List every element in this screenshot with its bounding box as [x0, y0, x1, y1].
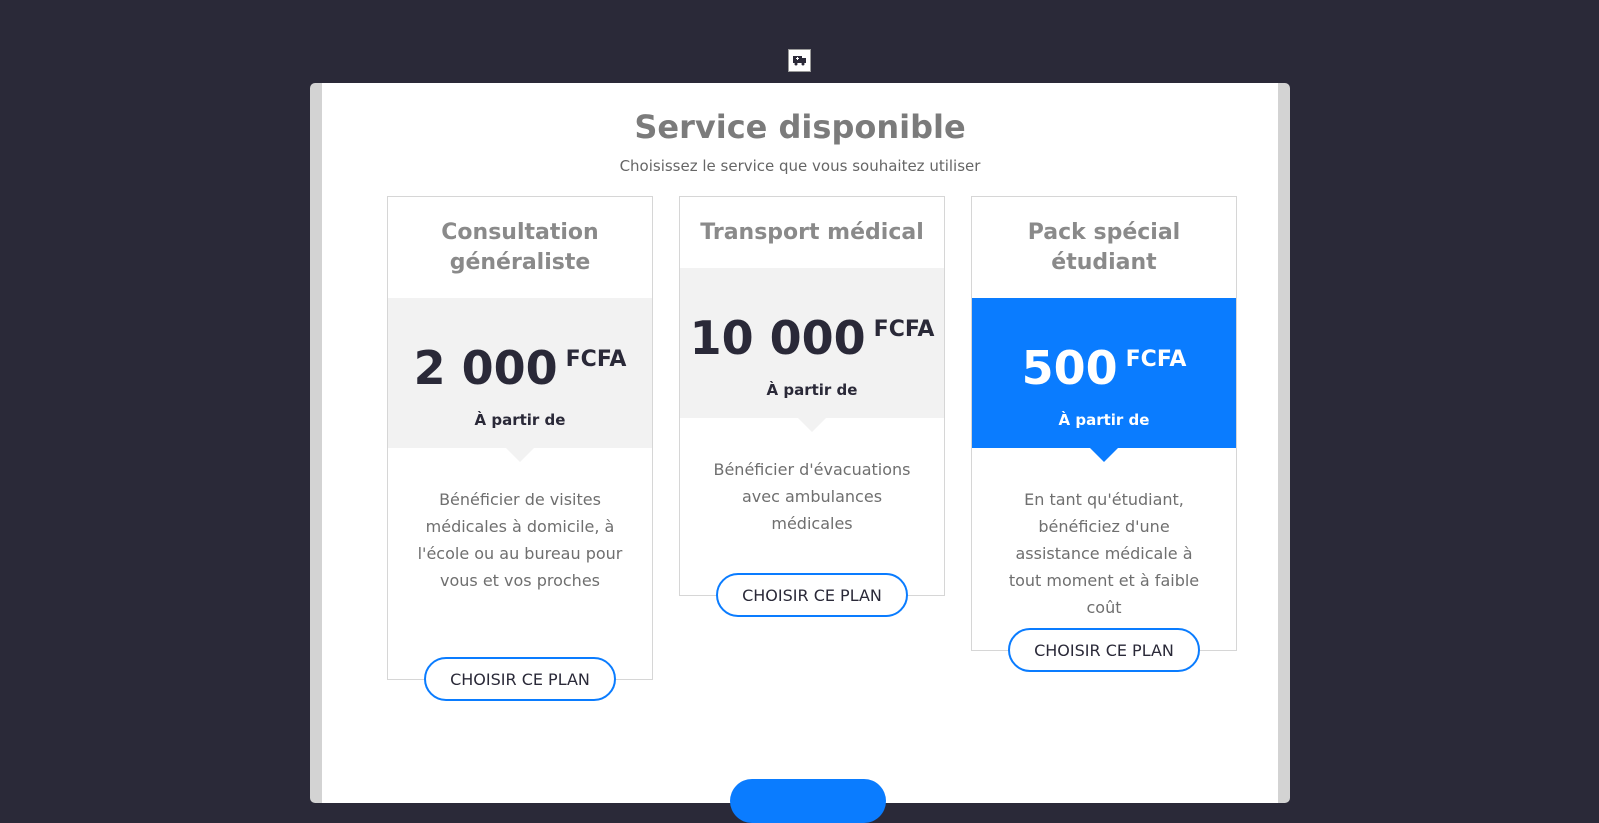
- plan-currency: FCFA: [1125, 347, 1187, 372]
- page-title: Service disponible: [634, 108, 966, 146]
- plan-price: 10 000: [689, 311, 866, 365]
- price-from-label: À partir de: [474, 411, 566, 429]
- price-box: 2 000 FCFA À partir de: [388, 298, 652, 462]
- price-from-label: À partir de: [766, 381, 858, 399]
- price-box: 10 000 FCFA À partir de: [680, 268, 944, 432]
- logo: [788, 49, 811, 72]
- plan-currency: FCFA: [873, 317, 935, 342]
- plan-card-transport: Transport médical 10 000 FCFA À partir de…: [679, 196, 945, 617]
- ambulance-icon: [793, 56, 806, 66]
- service-panel: Service disponible Choisissez le service…: [310, 83, 1290, 823]
- plan-name: Transport médical: [700, 220, 924, 245]
- page-subtitle: Choisissez le service que vous souhaitez…: [619, 157, 981, 175]
- plan-price: 500: [1021, 341, 1118, 395]
- plan-description: En tant qu'étudiant, bénéficiez d'une as…: [1008, 490, 1200, 617]
- price-box: 500 FCFA À partir de: [972, 298, 1236, 462]
- plan-card-consultation: Consultation généraliste 2 000 FCFA À par…: [387, 196, 653, 701]
- price-from-label: À partir de: [1058, 411, 1150, 429]
- plan-price: 2 000: [413, 341, 558, 395]
- choose-plan-button[interactable]: CHOISIR CE PLAN: [424, 657, 616, 701]
- plan-description: Bénéficier de visites médicales à domici…: [417, 490, 623, 590]
- choose-plan-button[interactable]: CHOISIR CE PLAN: [1008, 628, 1200, 672]
- plan-name: Consultation généraliste: [441, 220, 599, 275]
- plan-name: Pack spécial étudiant: [1027, 220, 1181, 275]
- plan-description: Bénéficier d'évacuations avec ambulances…: [713, 460, 911, 533]
- choose-plan-button[interactable]: CHOISIR CE PLAN: [716, 573, 908, 617]
- plan-card-student: Pack spécial étudiant 500 FCFA À partir d…: [971, 196, 1237, 672]
- plan-currency: FCFA: [565, 347, 627, 372]
